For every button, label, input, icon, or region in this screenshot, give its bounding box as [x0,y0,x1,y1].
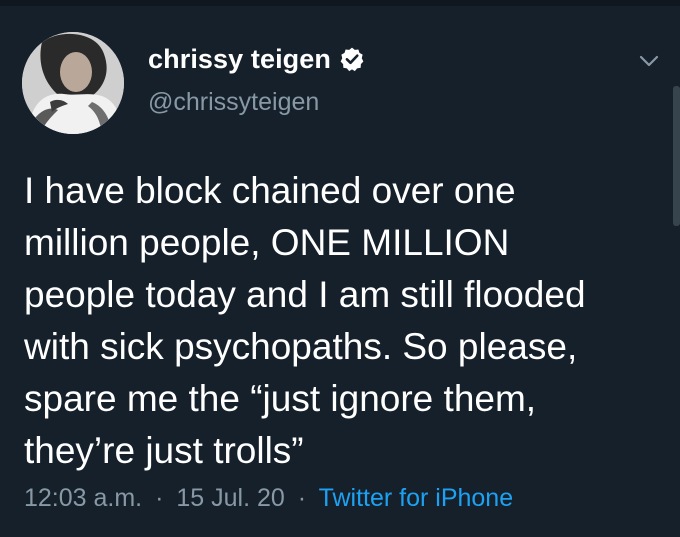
scrollbar[interactable] [673,86,680,226]
chevron-down-icon[interactable] [636,48,662,74]
name-row: chrissy teigen [148,42,365,76]
tweet-card: chrissy teigen @chrissyteigen I have blo… [0,0,680,537]
tweet-meta: 12:03 a.m. · 15 Jul. 20 · Twitter for iP… [24,484,513,513]
display-name[interactable]: chrissy teigen [148,44,331,75]
user-handle[interactable]: @chrissyteigen [148,88,319,117]
meta-separator: · [297,484,307,512]
tweet-text-line: people today and I am still flooded [24,274,586,315]
tweet-text-line: they’re just trolls” [24,430,304,471]
tweet-text-line: million people, ONE MILLION [24,222,510,263]
tweet-time[interactable]: 12:03 a.m. [24,484,142,512]
meta-separator: · [155,484,164,512]
tweet-source-link[interactable]: Twitter for iPhone [319,484,514,512]
verified-badge-icon [339,46,365,72]
tweet-text: I have block chained over one million pe… [24,165,664,477]
tweet-text-line: I have block chained over one [24,170,516,211]
avatar-photo [22,32,124,134]
tweet-date[interactable]: 15 Jul. 20 [176,484,284,512]
avatar[interactable] [22,32,124,134]
tweet-text-line: with sick psychopaths. So please, [24,326,578,367]
tweet-text-line: spare me the “just ignore them, [24,378,537,419]
